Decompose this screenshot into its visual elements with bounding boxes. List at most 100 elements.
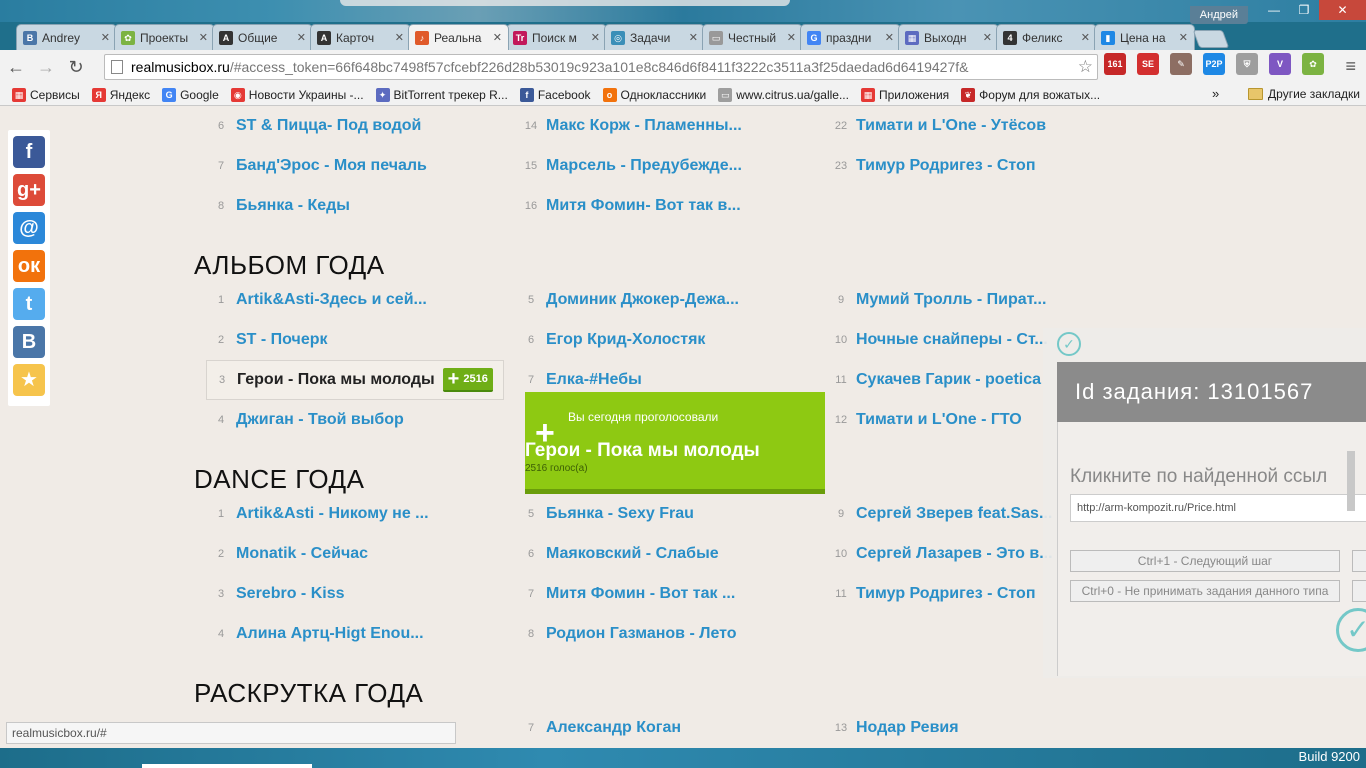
- nominee-title[interactable]: Марсель - Предубежде...: [546, 157, 742, 175]
- nominee-title[interactable]: Герои - Пока мы молоды: [237, 371, 435, 389]
- extension-icon-5[interactable]: V: [1269, 53, 1291, 75]
- mail-icon[interactable]: @: [13, 212, 45, 244]
- nominee-title[interactable]: Тимати и L'One - ГТО: [856, 411, 1022, 429]
- nominee-title[interactable]: Бьянка - Sexy Frau: [546, 505, 694, 523]
- tab-3[interactable]: A Карточ ✕: [310, 24, 411, 50]
- bookmark-star-icon[interactable]: ☆: [1078, 57, 1093, 77]
- close-window-icon[interactable]: ✕: [1319, 0, 1366, 20]
- nominee-title[interactable]: Бьянка - Кеды: [236, 197, 350, 215]
- other-bookmarks[interactable]: Другие закладки: [1248, 87, 1360, 101]
- nominee-title[interactable]: Мумий Тролль - Пират...: [856, 291, 1046, 309]
- nominee-title[interactable]: Тимур Родригез - Стоп: [856, 585, 1035, 603]
- nominee-title[interactable]: Джиган - Твой выбор: [236, 411, 404, 429]
- bookmark-1[interactable]: Я Яндекс: [91, 87, 150, 102]
- tab-1[interactable]: ✿ Проекты ✕: [114, 24, 215, 50]
- nominee-item[interactable]: 3 Serebro - Kiss: [206, 574, 345, 614]
- task-url-field[interactable]: http://arm-kompozit.ru/Price.html: [1070, 494, 1366, 522]
- nominee-item[interactable]: 10 Ночные снайперы - Ст...: [826, 320, 1048, 360]
- nominee-title[interactable]: Маяковский - Слабые: [546, 545, 719, 563]
- reload-icon[interactable]: ↻: [62, 53, 90, 81]
- bookmark-7[interactable]: ▭ www.citrus.ua/galle...: [718, 87, 849, 102]
- tab-7[interactable]: ▭ Честный ✕: [702, 24, 803, 50]
- nominee-item[interactable]: 23 Тимур Родригез - Стоп: [826, 146, 1036, 186]
- tab-close-icon[interactable]: ✕: [196, 31, 208, 44]
- favorite-icon[interactable]: ★: [13, 364, 45, 396]
- nominee-title[interactable]: Митя Фомин- Вот так в...: [546, 197, 741, 215]
- tab-4[interactable]: ♪ Реальна ✕: [408, 24, 509, 50]
- forward-icon[interactable]: →: [32, 53, 60, 81]
- tab-close-icon[interactable]: ✕: [294, 31, 306, 44]
- nominee-item[interactable]: 6 Егор Крид-Холостяк: [516, 320, 705, 360]
- extension-icon-3[interactable]: P2P: [1203, 53, 1225, 75]
- nominee-item[interactable]: 8 Родион Газманов - Лето: [516, 614, 737, 654]
- menu-icon[interactable]: ≡: [1345, 56, 1356, 77]
- nominee-item[interactable]: 2 ST - Почерк: [206, 320, 328, 360]
- task-side-button-2[interactable]: [1352, 580, 1366, 602]
- nominee-title[interactable]: Митя Фомин - Вот так ...: [546, 585, 735, 603]
- tab-6[interactable]: ◎ Задачи ✕: [604, 24, 705, 50]
- nominee-title[interactable]: Егор Крид-Холостяк: [546, 331, 705, 349]
- reject-task-button[interactable]: Ctrl+0 - Не принимать задания данного ти…: [1070, 580, 1340, 602]
- extension-icon-6[interactable]: ✿: [1302, 53, 1324, 75]
- back-icon[interactable]: ←: [2, 53, 30, 81]
- tab-10[interactable]: 4 Феликс ✕: [996, 24, 1097, 50]
- maximize-icon[interactable]: ❐: [1289, 0, 1319, 20]
- tab-2[interactable]: A Общие ✕: [212, 24, 313, 50]
- vk-icon[interactable]: B: [13, 326, 45, 358]
- confirm-check-icon[interactable]: ✓: [1336, 608, 1366, 652]
- nominee-item[interactable]: 1 Artik&Asti - Никому не ...: [206, 494, 429, 534]
- nominee-item[interactable]: 3 Герои - Пока мы молоды +2516: [206, 360, 504, 400]
- nominee-item[interactable]: 5 Доминик Джокер-Дежа...: [516, 280, 739, 320]
- nominee-item[interactable]: 11 Сукачев Гарик - poetica: [826, 360, 1041, 400]
- nominee-title[interactable]: Макс Корж - Пламенны...: [546, 117, 742, 135]
- nominee-item[interactable]: 22 Тимати и L'One - Утёсов: [826, 106, 1046, 146]
- tab-5[interactable]: Tr Поиск м ✕: [506, 24, 607, 50]
- nominee-title[interactable]: Нодар Ревия: [856, 719, 959, 737]
- vote-button[interactable]: +2516: [442, 368, 493, 392]
- nominee-title[interactable]: Сергей Лазарев - Это в...: [856, 545, 1053, 563]
- nominee-item[interactable]: 14 Макс Корж - Пламенны...: [516, 106, 742, 146]
- bookmark-5[interactable]: f Facebook: [519, 87, 591, 102]
- nominee-item[interactable]: 8 Бьянка - Кеды: [206, 186, 350, 226]
- nominee-title[interactable]: Serebro - Kiss: [236, 585, 344, 603]
- nominee-title[interactable]: ST - Почерк: [236, 331, 328, 349]
- nominee-title[interactable]: Елка-#Небы: [546, 371, 642, 389]
- nominee-title[interactable]: Алина Артц-Higt Enou...: [236, 625, 424, 643]
- nominee-item[interactable]: 4 Алина Артц-Higt Enou...: [206, 614, 424, 654]
- extension-icon-2[interactable]: ✎: [1170, 53, 1192, 75]
- nominee-item[interactable]: 7 Митя Фомин - Вот так ...: [516, 574, 735, 614]
- nominee-item[interactable]: 9 Сергей Зверев feat.Sas...: [826, 494, 1052, 534]
- nominee-title[interactable]: Сукачев Гарик - poetica: [856, 371, 1041, 389]
- tab-close-icon[interactable]: ✕: [98, 31, 110, 44]
- profile-button[interactable]: Андрей: [1189, 6, 1248, 24]
- bookmark-3[interactable]: ◉ Новости Украины -...: [230, 87, 364, 102]
- tab-close-icon[interactable]: ✕: [1176, 31, 1188, 44]
- address-bar[interactable]: realmusicbox.ru /#access_token=66f648bc7…: [104, 54, 1098, 80]
- nominee-title[interactable]: Artik&Asti - Никому не ...: [236, 505, 429, 523]
- nominee-title[interactable]: Monatik - Сейчас: [236, 545, 368, 563]
- nominee-item[interactable]: 7 Александр Коган: [516, 708, 681, 748]
- nominee-title[interactable]: Сергей Зверев feat.Sas...: [856, 505, 1052, 523]
- tab-close-icon[interactable]: ✕: [784, 31, 796, 44]
- bookmark-0[interactable]: ▦ Сервисы: [12, 87, 80, 102]
- google-plus-icon[interactable]: g+: [13, 174, 45, 206]
- extension-icon-1[interactable]: SE: [1137, 53, 1159, 75]
- tab-9[interactable]: ▦ Выходн ✕: [898, 24, 999, 50]
- tab-close-icon[interactable]: ✕: [980, 31, 992, 44]
- nominee-item[interactable]: 10 Сергей Лазарев - Это в...: [826, 534, 1053, 574]
- tab-close-icon[interactable]: ✕: [1078, 31, 1090, 44]
- tab-11[interactable]: ▮ Цена на ✕: [1094, 24, 1195, 50]
- nominee-item[interactable]: 15 Марсель - Предубежде...: [516, 146, 742, 186]
- nominee-title[interactable]: Тимати и L'One - Утёсов: [856, 117, 1046, 135]
- nominee-item[interactable]: 9 Мумий Тролль - Пират...: [826, 280, 1047, 320]
- new-tab-button[interactable]: [1192, 30, 1230, 48]
- nominee-title[interactable]: Тимур Родригез - Стоп: [856, 157, 1035, 175]
- odnoklassniki-icon[interactable]: ок: [13, 250, 45, 282]
- extension-icon-0[interactable]: 161: [1104, 53, 1126, 75]
- tab-close-icon[interactable]: ✕: [392, 31, 404, 44]
- bookmark-2[interactable]: G Google: [162, 87, 219, 102]
- bookmark-8[interactable]: ▦ Приложения: [860, 87, 949, 102]
- nominee-title[interactable]: Доминик Джокер-Дежа...: [546, 291, 739, 309]
- bookmarks-more-button[interactable]: »: [1212, 86, 1219, 101]
- extension-icon-4[interactable]: ⛨: [1236, 53, 1258, 75]
